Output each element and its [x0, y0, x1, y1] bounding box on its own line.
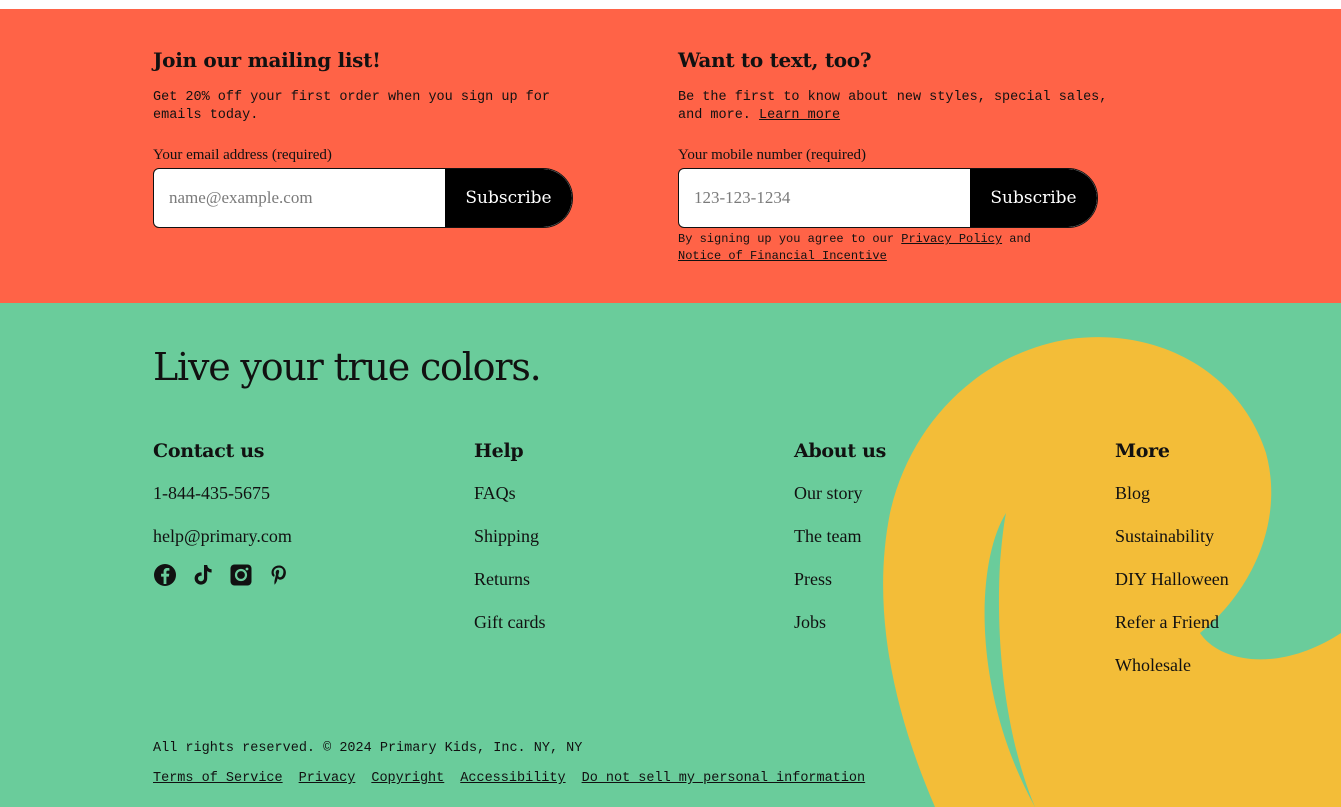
- consent-and: and: [1009, 232, 1031, 246]
- our-story-link[interactable]: Our story: [794, 483, 863, 503]
- mobile-input[interactable]: [679, 169, 971, 227]
- mailing-list-title: Join our mailing list!: [153, 48, 381, 72]
- more-column: More Blog Sustainability DIY Halloween R…: [1115, 439, 1335, 696]
- blog-link[interactable]: Blog: [1115, 483, 1150, 503]
- mailing-list-description: Get 20% off your first order when you si…: [153, 90, 550, 123]
- sustainability-link[interactable]: Sustainability: [1115, 526, 1214, 546]
- copyright-link[interactable]: Copyright: [371, 771, 444, 786]
- more-heading: More: [1115, 440, 1170, 462]
- facebook-icon[interactable]: [153, 563, 177, 587]
- email-signup-form: Subscribe: [153, 168, 573, 228]
- accessibility-link[interactable]: Accessibility: [460, 771, 565, 786]
- learn-more-link[interactable]: Learn more: [759, 108, 840, 123]
- financial-incentive-link[interactable]: Notice of Financial Incentive: [678, 249, 887, 263]
- email-link[interactable]: help@primary.com: [153, 526, 292, 546]
- phone-link[interactable]: 1-844-435-5675: [153, 483, 270, 503]
- email-subscribe-button[interactable]: Subscribe: [445, 169, 572, 227]
- wholesale-link[interactable]: Wholesale: [1115, 655, 1191, 675]
- press-link[interactable]: Press: [794, 569, 832, 589]
- faqs-link[interactable]: FAQs: [474, 483, 516, 503]
- mobile-signup-form: Subscribe: [678, 168, 1098, 228]
- copyright-text: All rights reserved. © 2024 Primary Kids…: [153, 741, 583, 756]
- privacy-link[interactable]: Privacy: [299, 771, 356, 786]
- about-heading: About us: [794, 440, 887, 462]
- legal-links: Terms of Service Privacy Copyright Acces…: [153, 771, 865, 786]
- returns-link[interactable]: Returns: [474, 569, 530, 589]
- help-column: Help FAQs Shipping Returns Gift cards: [474, 439, 774, 653]
- diy-halloween-link[interactable]: DIY Halloween: [1115, 569, 1229, 589]
- gift-cards-link[interactable]: Gift cards: [474, 612, 545, 632]
- mobile-field-label: Your mobile number (required): [678, 147, 867, 163]
- consent-text: By signing up you agree to our Privacy P…: [678, 231, 1098, 265]
- the-team-link[interactable]: The team: [794, 526, 861, 546]
- signup-section: Join our mailing list! Get 20% off your …: [0, 9, 1341, 303]
- email-field-label: Your email address (required): [153, 147, 332, 163]
- text-signup-title: Want to text, too?: [678, 48, 872, 72]
- contact-heading: Contact us: [153, 440, 265, 462]
- text-signup-description: Be the first to know about new styles, s…: [678, 89, 1108, 125]
- mobile-subscribe-button[interactable]: Subscribe: [970, 169, 1097, 227]
- terms-of-service-link[interactable]: Terms of Service: [153, 771, 283, 786]
- tiktok-icon[interactable]: [191, 563, 215, 587]
- do-not-sell-link[interactable]: Do not sell my personal information: [582, 771, 866, 786]
- consent-prefix: By signing up you agree to our: [678, 232, 895, 246]
- jobs-link[interactable]: Jobs: [794, 612, 826, 632]
- instagram-icon[interactable]: [229, 563, 253, 587]
- shipping-link[interactable]: Shipping: [474, 526, 539, 546]
- help-heading: Help: [474, 440, 524, 462]
- about-column: About us Our story The team Press Jobs: [794, 439, 1094, 653]
- text-signup-description-text: Be the first to know about new styles, s…: [678, 90, 1108, 123]
- refer-a-friend-link[interactable]: Refer a Friend: [1115, 612, 1219, 632]
- privacy-policy-link[interactable]: Privacy Policy: [901, 232, 1002, 246]
- email-input[interactable]: [154, 169, 446, 227]
- contact-column: Contact us 1-844-435-5675 help@primary.c…: [153, 439, 453, 587]
- footer-tagline: Live your true colors.: [153, 345, 542, 389]
- social-links: [153, 563, 453, 587]
- pinterest-icon[interactable]: [267, 563, 291, 587]
- site-footer: Live your true colors. Contact us 1-844-…: [0, 303, 1341, 807]
